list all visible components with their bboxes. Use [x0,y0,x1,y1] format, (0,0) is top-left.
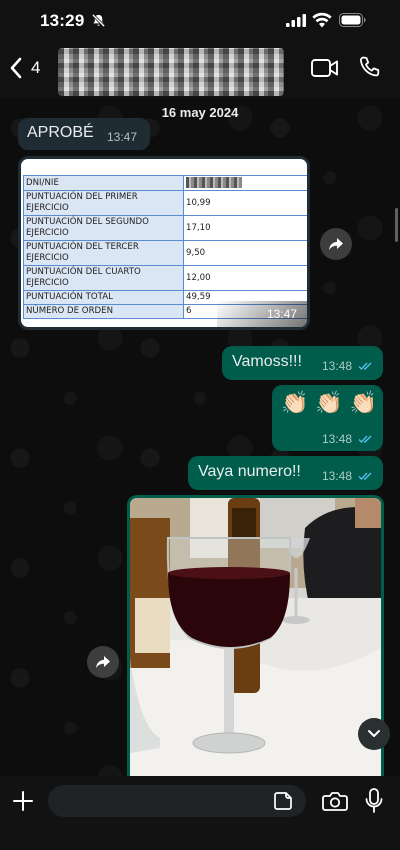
row-label: PUNTUACIÓN DEL SEGUNDO EJERCICIO [23,215,184,241]
table-row: PUNTUACIÓN DEL TERCER EJERCICIO 9,50 [23,240,307,266]
message-time: 13:48 [322,469,353,483]
sticker-icon[interactable] [273,791,293,811]
forward-button[interactable] [320,228,352,260]
message-text: Vamoss!!! [232,353,302,370]
row-value [183,175,307,191]
photo-wine-glass[interactable] [130,498,381,776]
document-image[interactable]: DNI/NIE PUNTUACIÓN DEL PRIMER EJERCICIO … [21,159,307,327]
wine-photo-illustration [130,498,381,776]
plus-icon[interactable] [12,790,34,812]
row-value: 17,10 [183,215,307,241]
message-time: 13:48 [322,359,353,373]
status-bar: 13:29 [0,0,400,44]
message-text: Vaya numero!! [198,463,301,480]
message-input[interactable] [48,785,306,817]
battery-icon [339,13,366,27]
scores-table: DNI/NIE PUNTUACIÓN DEL PRIMER EJERCICIO … [23,175,307,319]
outgoing-photo-message[interactable] [127,495,384,776]
row-value: 10,99 [183,190,307,216]
table-row: PUNTUACIÓN DEL SEGUNDO EJERCICIO 17,10 [23,215,307,241]
row-value: 12,00 [183,265,307,291]
table-row: PUNTUACIÓN DEL PRIMER EJERCICIO 10,99 [23,190,307,216]
row-label: PUNTUACIÓN DEL PRIMER EJERCICIO [23,190,184,216]
read-ticks-icon [358,435,372,444]
row-label: PUNTUACIÓN DEL TERCER EJERCICIO [23,240,184,266]
chevron-down-icon [368,730,380,737]
row-label: PUNTUACIÓN DEL CUARTO EJERCICIO [23,265,184,291]
chat-header: 4 [0,44,400,98]
phone-icon[interactable] [358,55,380,79]
message-text: 👏🏻 👏🏻 👏🏻 [281,391,378,416]
microphone-icon[interactable] [365,788,383,814]
row-label: PUNTUACIÓN TOTAL [23,290,184,305]
table-row: DNI/NIE [23,175,307,191]
unread-back-count[interactable]: 4 [31,58,40,78]
wifi-icon [312,12,332,28]
status-time: 13:29 [40,11,85,30]
forward-icon [96,656,110,668]
signal-icon [286,14,306,27]
back-chevron-icon[interactable] [8,56,24,80]
message-text: APROBÉ [27,124,94,141]
redacted-id [186,177,242,188]
bell-off-icon [91,13,106,28]
row-value: 9,50 [183,240,307,266]
chat-area[interactable]: 16 may 2024 APROBÉ 13:47 DNI/NIE PUNTUAC… [0,98,400,776]
video-call-icon[interactable] [311,58,339,78]
incoming-image-message[interactable]: DNI/NIE PUNTUACIÓN DEL PRIMER EJERCICIO … [18,156,310,330]
contact-name-redacted[interactable] [58,48,284,96]
input-bar [0,776,400,850]
row-label: NÚMERO DE ORDEN [23,304,184,319]
forward-button[interactable] [87,646,119,678]
forward-icon [329,238,343,250]
outgoing-message[interactable]: Vaya numero!! 13:48 [188,456,383,490]
outgoing-message[interactable]: 👏🏻 👏🏻 👏🏻 13:48 [272,385,383,451]
message-time: 13:47 [266,307,297,321]
row-label: DNI/NIE [23,175,184,191]
outgoing-message[interactable]: Vamoss!!! 13:48 [222,346,383,380]
read-ticks-icon [358,472,372,481]
scrollbar[interactable] [395,208,398,242]
message-time: 13:47 [107,130,138,144]
read-ticks-icon [358,362,372,371]
table-row: PUNTUACIÓN DEL CUARTO EJERCICIO 12,00 [23,265,307,291]
camera-icon[interactable] [322,790,348,812]
message-time: 13:48 [322,432,353,446]
incoming-message[interactable]: APROBÉ 13:47 [18,118,150,150]
scroll-to-bottom-button[interactable] [358,718,390,750]
